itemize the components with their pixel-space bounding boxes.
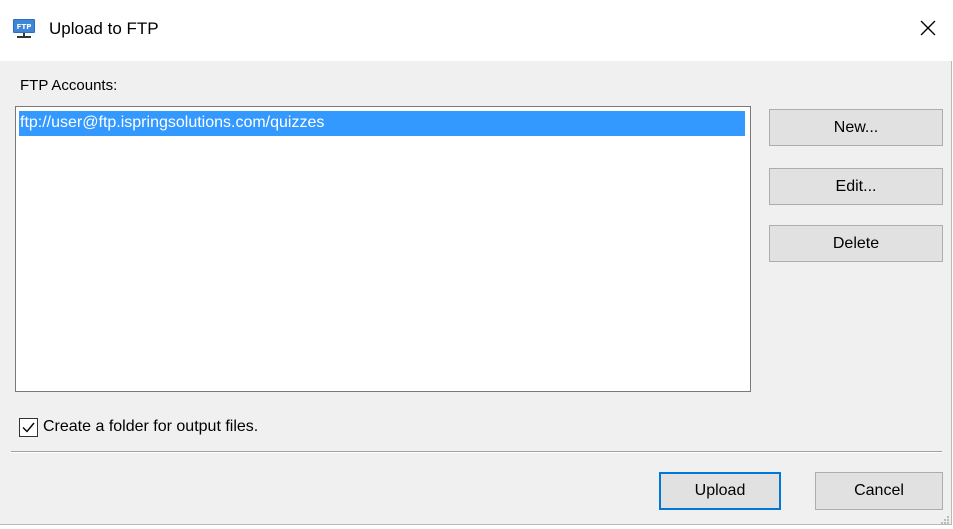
cancel-button[interactable]: Cancel	[815, 472, 943, 510]
delete-account-button[interactable]: Delete	[769, 225, 943, 262]
svg-text:FTP: FTP	[17, 23, 32, 31]
ftp-accounts-list[interactable]: ftp://user@ftp.ispringsolutions.com/quiz…	[15, 106, 751, 392]
upload-button[interactable]: Upload	[659, 472, 781, 510]
close-icon	[920, 20, 936, 40]
resize-grip-icon[interactable]	[938, 512, 950, 524]
new-account-button[interactable]: New...	[769, 109, 943, 146]
ftp-accounts-label: FTP Accounts:	[20, 77, 118, 94]
ftp-icon: FTP	[12, 18, 36, 40]
upload-button-label: Upload	[661, 474, 779, 508]
separator	[11, 451, 942, 453]
checkmark-icon	[22, 422, 35, 433]
create-folder-label[interactable]: Create a folder for output files.	[43, 418, 258, 436]
list-item[interactable]: ftp://user@ftp.ispringsolutions.com/quiz…	[19, 111, 745, 136]
edit-account-button[interactable]: Edit...	[769, 168, 943, 205]
create-folder-checkbox[interactable]	[19, 417, 38, 437]
window-title: Upload to FTP	[49, 19, 159, 38]
create-folder-option[interactable]: Create a folder for output files.	[19, 415, 258, 439]
upload-to-ftp-dialog: FTP Upload to FTP FTP Accounts: ftp://us…	[0, 0, 952, 525]
close-button[interactable]	[905, 10, 951, 50]
title-bar: FTP Upload to FTP	[0, 0, 952, 61]
